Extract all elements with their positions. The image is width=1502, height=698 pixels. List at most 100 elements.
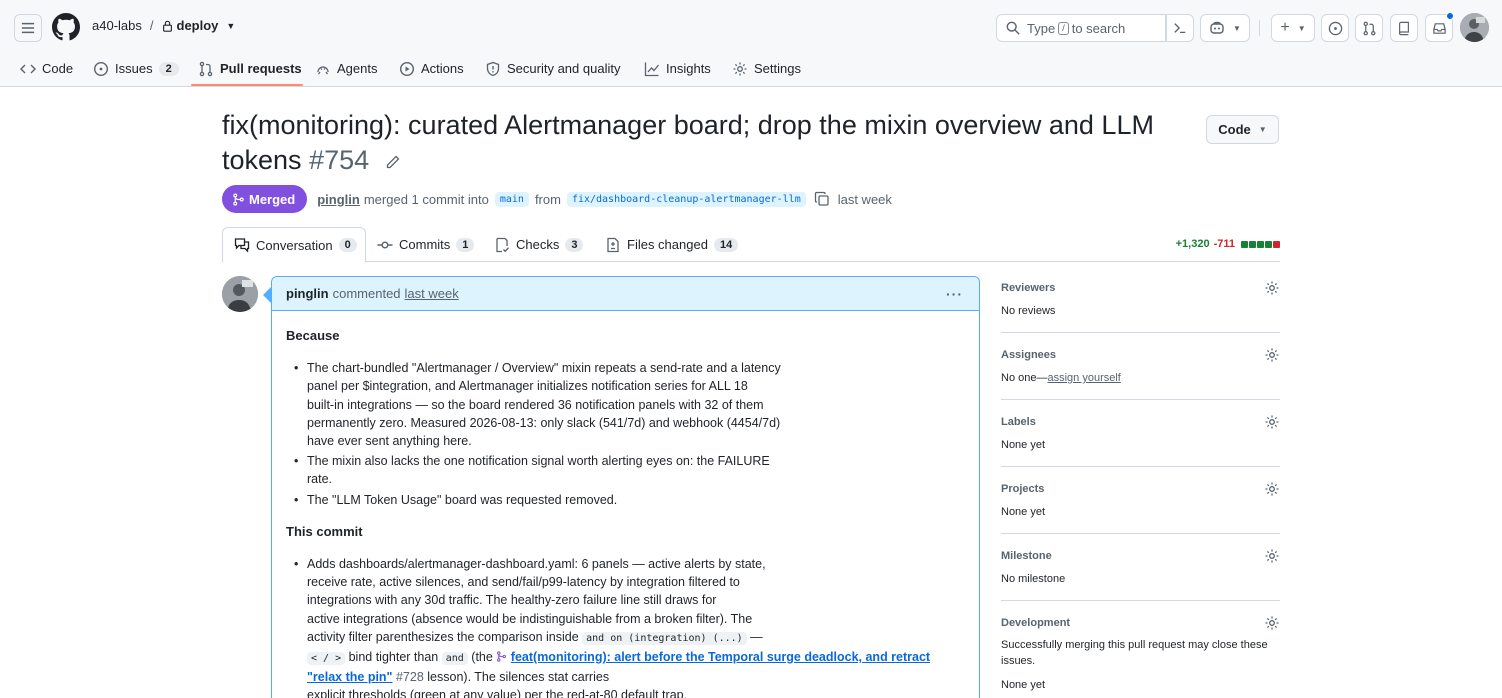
user-avatar[interactable]: [1460, 13, 1489, 42]
from-text: from: [534, 191, 561, 207]
tab-agents[interactable]: Agents: [315, 50, 377, 87]
list-item-line: explicit thresholds (green at any value)…: [307, 688, 688, 698]
pull-requests-button[interactable]: [1355, 14, 1383, 42]
head-branch[interactable]: fix/dashboard-cleanup-alertmanager-llm: [566, 191, 806, 207]
github-logo-icon[interactable]: [52, 13, 80, 41]
tab-commits[interactable]: Commits 1: [377, 227, 475, 262]
breadcrumb-separator: /: [149, 18, 154, 33]
diffstat-block: [1249, 240, 1256, 248]
text-segment: lesson). The silences stat carries: [427, 670, 610, 685]
diffstat-block: [1265, 240, 1272, 248]
tab-pull-requests[interactable]: Pull requests: [198, 50, 302, 87]
search-prefix: Type: [1027, 20, 1056, 36]
git-commit-icon: [377, 240, 393, 248]
breadcrumb: a40-labs / deploy ▼: [92, 18, 235, 33]
list-item-line: have ever sent anything here.: [307, 434, 472, 449]
gear-icon[interactable]: [1264, 615, 1280, 631]
gear-icon[interactable]: [1264, 280, 1280, 296]
command-palette-button[interactable]: [1166, 14, 1194, 42]
inline-code: and on (integration) (...): [582, 631, 747, 645]
copilot-button[interactable]: ▼: [1200, 14, 1250, 42]
comment-author[interactable]: pinglin: [286, 286, 329, 301]
sidebar-projects-title[interactable]: Projects: [1001, 483, 1044, 495]
pr-author-link[interactable]: pinglin: [317, 192, 360, 207]
sidebar-reviewers-title[interactable]: Reviewers: [1001, 282, 1055, 294]
list-item-line: rate.: [307, 472, 333, 487]
comment-heading-this-commit: This commit: [286, 523, 363, 539]
base-branch[interactable]: main: [494, 191, 529, 207]
chevron-down-icon: ▼: [1233, 23, 1241, 33]
create-new-button[interactable]: + ▼: [1271, 14, 1315, 42]
list-item-line: built-in integrations — so the board ren…: [307, 397, 764, 412]
diffstat-deletions: -711: [1213, 238, 1235, 250]
tab-files-changed[interactable]: Files changed 14: [605, 227, 739, 262]
sidebar-assignees-title[interactable]: Assignees: [1001, 349, 1056, 361]
sidebar-labels-title[interactable]: Labels: [1001, 416, 1036, 428]
tab-insights-label: Insights: [666, 61, 711, 76]
sidebar-development-title[interactable]: Development: [1001, 617, 1070, 629]
text-segment: bind tighter than: [348, 650, 439, 665]
lock-icon: [162, 20, 172, 32]
tab-issues[interactable]: Issues 2: [93, 50, 179, 87]
comment-timestamp[interactable]: last week: [405, 286, 459, 301]
tab-settings-label: Settings: [754, 61, 801, 76]
pencil-icon[interactable]: [385, 154, 401, 170]
tab-security[interactable]: Security and quality: [485, 50, 620, 87]
tab-actions[interactable]: Actions: [399, 50, 464, 87]
graph-icon: [644, 62, 660, 76]
kebab-horizontal-icon[interactable]: ···: [946, 286, 963, 302]
assign-yourself-link[interactable]: assign yourself: [1047, 372, 1120, 384]
comment-author-avatar[interactable]: [222, 276, 258, 312]
search-input[interactable]: Type / to search: [996, 14, 1166, 42]
text-segment: —: [750, 629, 763, 644]
gear-icon[interactable]: [1264, 481, 1280, 497]
menu-button[interactable]: [14, 14, 42, 42]
header-divider: [1259, 20, 1260, 36]
issues-button[interactable]: [1321, 14, 1349, 42]
repositories-button[interactable]: [1390, 14, 1418, 42]
chevron-down-icon: ▼: [1258, 125, 1267, 134]
diffstat-additions: +1,320: [1175, 238, 1210, 250]
gear-icon[interactable]: [1264, 347, 1280, 363]
avatar-image-icon: [1460, 13, 1489, 42]
list-item-line: permanently zero. Measured 2026-08-13: o…: [307, 415, 781, 430]
text-segment: activity filter parenthesizes the compar…: [307, 629, 579, 644]
git-pull-request-icon: [199, 61, 213, 76]
agents-icon: [317, 65, 329, 74]
pr-reference-number[interactable]: #728: [396, 670, 424, 684]
comment-body: Because The chart-bundled "Alertmanager …: [272, 311, 979, 698]
sidebar-milestone-title[interactable]: Milestone: [1001, 550, 1052, 562]
tab-checks[interactable]: Checks 3: [494, 227, 584, 262]
diffstat-block: [1273, 240, 1280, 248]
merged-text: merged 1 commit into: [363, 191, 489, 207]
chevron-down-icon[interactable]: ▼: [226, 21, 235, 31]
gear-icon[interactable]: [1264, 414, 1280, 430]
list-item: The chart-bundled "Alertmanager / Overvi…: [286, 359, 965, 450]
comment-action: commented: [332, 286, 401, 301]
sidebar-development-value: Successfully merging this pull request m…: [1001, 639, 1268, 667]
repo-icon: [1399, 21, 1409, 35]
sidebar-assignees-value: No one—assign yourself: [1001, 370, 1121, 386]
git-merge-icon: [497, 651, 507, 662]
pr-reference-link[interactable]: feat(monitoring): alert before the Tempo…: [511, 650, 930, 664]
tab-checks-count: 3: [565, 237, 584, 252]
tab-insights[interactable]: Insights: [644, 50, 711, 87]
copy-icon[interactable]: [814, 191, 830, 207]
breadcrumb-org[interactable]: a40-labs: [92, 18, 142, 33]
tab-settings[interactable]: Settings: [732, 50, 801, 87]
terminal-icon: [1174, 23, 1186, 34]
sidebar-development: Development Successfully merging this pu…: [1001, 611, 1280, 698]
gear-icon[interactable]: [1264, 548, 1280, 564]
pr-reference-link[interactable]: "relax the pin": [307, 670, 393, 684]
comment-header: pinglin commented last week ···: [272, 277, 979, 311]
tab-actions-label: Actions: [421, 61, 464, 76]
list-item: Adds dashboards/alertmanager-dashboard.y…: [286, 555, 965, 698]
sidebar-reviewers: Reviewers No reviews: [1001, 276, 1280, 333]
tab-code[interactable]: Code: [20, 50, 73, 87]
comment-box: pinglin commented last week ··· Because …: [271, 276, 980, 698]
list-item-line: Adds dashboards/alertmanager-dashboard.y…: [307, 557, 766, 572]
tab-conversation[interactable]: Conversation 0: [222, 227, 366, 263]
code-button[interactable]: Code ▼: [1206, 115, 1279, 144]
breadcrumb-repo[interactable]: deploy: [162, 18, 218, 33]
sidebar-reviewers-value: No reviews: [1001, 305, 1056, 317]
